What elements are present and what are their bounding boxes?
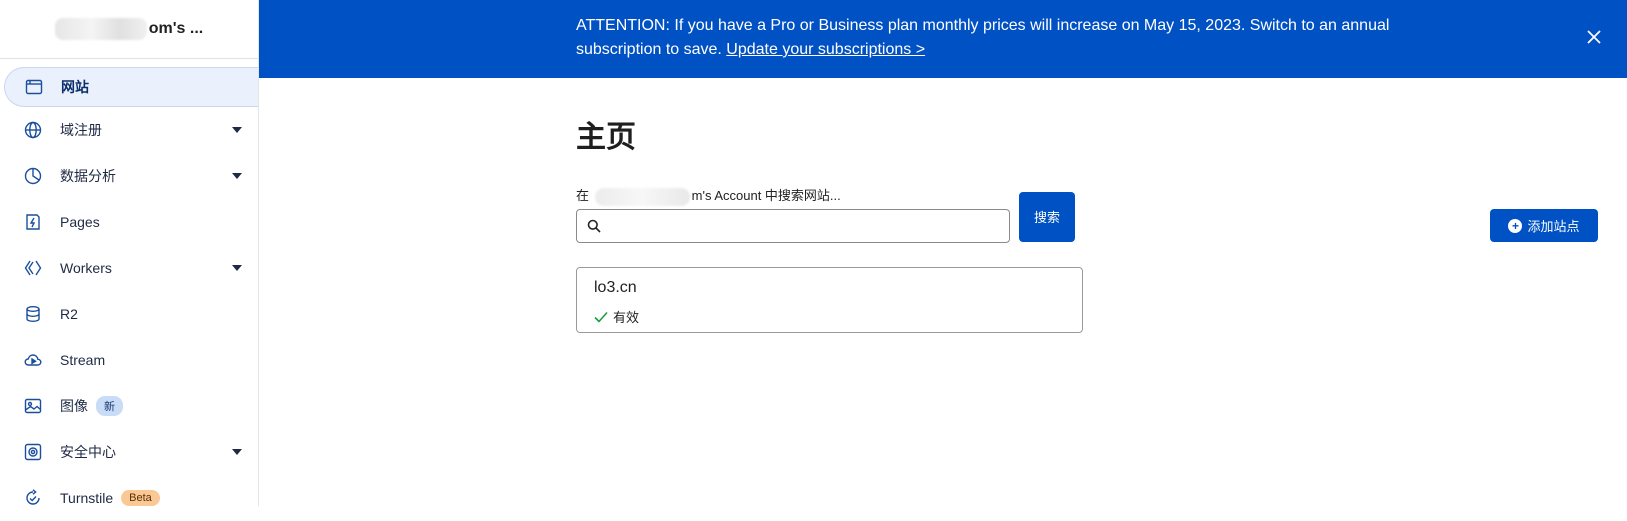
sidebar-item-label: 域注册 xyxy=(60,122,102,138)
search-hint: 在 m's Account 中搜索网站... xyxy=(576,185,841,206)
security-icon xyxy=(24,443,42,461)
chevron-down-icon[interactable] xyxy=(232,173,242,179)
sidebar-item-label: R2 xyxy=(60,306,78,322)
search-hint-suffix: m's Account 中搜索网站... xyxy=(691,188,841,203)
site-status-label: 有效 xyxy=(613,310,640,325)
sidebar-item-label: Pages xyxy=(60,214,100,230)
site-name: lo3.cn xyxy=(594,279,637,296)
add-site-button[interactable]: + 添加站点 xyxy=(1490,209,1598,242)
search-field[interactable] xyxy=(576,209,1010,244)
sidebar-item-websites[interactable]: 网站 xyxy=(4,67,258,107)
chevron-down-icon[interactable] xyxy=(232,265,242,271)
globe-icon xyxy=(24,121,42,139)
sidebar-item-stream[interactable]: Stream xyxy=(0,337,258,383)
sidebar: om's ... 网站 域注册 数据分析 Pages Workers R2 St… xyxy=(0,0,259,506)
browser-window-icon xyxy=(25,78,43,96)
update-subscriptions-link[interactable]: Update your subscriptions > xyxy=(726,41,925,58)
redacted-account-name xyxy=(54,18,147,40)
sidebar-item-label: 数据分析 xyxy=(60,168,116,184)
chevron-down-icon[interactable] xyxy=(232,127,242,133)
search-input[interactable] xyxy=(609,210,1003,244)
image-icon xyxy=(24,397,42,415)
database-icon xyxy=(24,305,42,323)
sidebar-item-label: Workers xyxy=(60,260,112,276)
site-card[interactable]: lo3.cn 有效 xyxy=(576,267,1083,333)
sidebar-item-r2[interactable]: R2 xyxy=(0,291,258,337)
workers-icon xyxy=(24,259,42,277)
plus-circle-icon: + xyxy=(1508,218,1523,233)
account-name: om's ... xyxy=(148,20,204,37)
sidebar-item-domain-registration[interactable]: 域注册 xyxy=(0,107,258,153)
sidebar-item-security-center[interactable]: 安全中心 xyxy=(0,429,258,475)
redacted-account-name xyxy=(594,187,690,206)
beta-badge: Beta xyxy=(121,490,160,506)
site-status: 有效 xyxy=(594,307,639,326)
pie-chart-icon xyxy=(24,167,42,185)
attention-banner: ATTENTION: If you have a Pro or Business… xyxy=(259,0,1627,78)
sidebar-item-workers[interactable]: Workers xyxy=(0,245,258,291)
banner-text: ATTENTION: If you have a Pro or Business… xyxy=(576,17,1390,58)
cloud-play-icon xyxy=(24,351,42,369)
close-icon[interactable] xyxy=(1585,28,1603,46)
sidebar-item-images[interactable]: 图像 新 xyxy=(0,383,258,429)
sidebar-item-label: Turnstile xyxy=(60,490,114,506)
sidebar-item-pages[interactable]: Pages xyxy=(0,199,258,245)
turnstile-icon xyxy=(24,489,42,507)
check-icon xyxy=(594,311,608,323)
sidebar-item-label: 安全中心 xyxy=(60,444,116,460)
sidebar-item-label: Stream xyxy=(60,352,106,368)
account-switcher[interactable]: om's ... xyxy=(0,0,258,59)
new-badge: 新 xyxy=(96,396,123,416)
page-title: 主页 xyxy=(576,121,636,154)
chevron-down-icon[interactable] xyxy=(232,449,242,455)
search-hint-prefix: 在 xyxy=(576,188,590,203)
search-button[interactable]: 搜索 xyxy=(1019,192,1075,242)
sidebar-item-turnstile[interactable]: Turnstile Beta xyxy=(0,475,258,521)
sidebar-item-label: 图像 xyxy=(60,398,88,414)
sidebar-item-analytics[interactable]: 数据分析 xyxy=(0,153,258,199)
add-site-label: 添加站点 xyxy=(1527,219,1580,234)
lightning-icon xyxy=(24,213,42,231)
sidebar-item-label: 网站 xyxy=(61,79,89,95)
search-icon xyxy=(587,219,601,233)
banner-message: ATTENTION: If you have a Pro or Business… xyxy=(576,14,1456,62)
